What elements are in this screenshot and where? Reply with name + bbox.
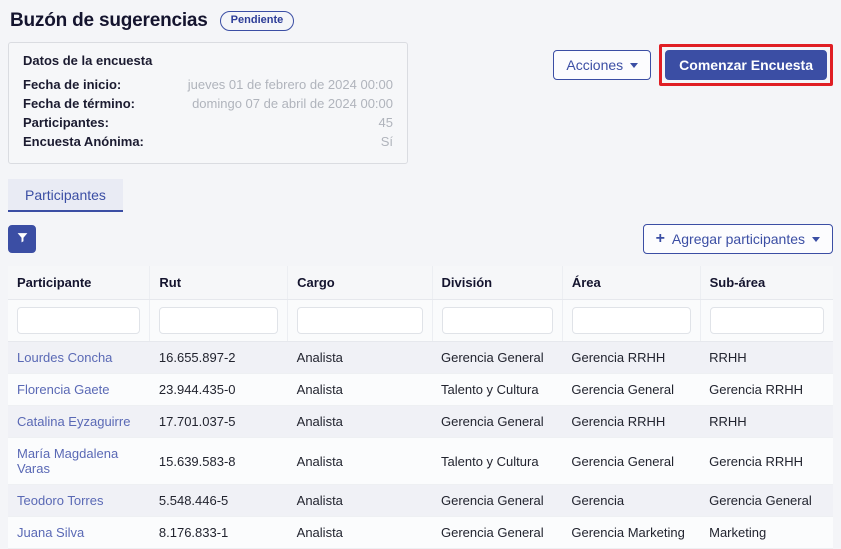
- survey-field-end-date: Fecha de término: domingo 07 de abril de…: [23, 94, 393, 113]
- cell-area: Gerencia RRHH: [562, 406, 700, 438]
- cell-cargo: Analista: [288, 374, 432, 406]
- column-header-cargo: Cargo: [288, 266, 432, 300]
- survey-field-start-date: Fecha de inicio: jueves 01 de febrero de…: [23, 75, 393, 94]
- plus-icon: +: [656, 233, 665, 245]
- cell-subarea: Gerencia General: [700, 485, 833, 517]
- cell-cargo: Analista: [288, 438, 432, 485]
- cell-cargo: Analista: [288, 517, 432, 549]
- field-label: Fecha de término:: [23, 94, 135, 113]
- survey-data-panel: Datos de la encuesta Fecha de inicio: ju…: [8, 42, 408, 164]
- filter-input-participante[interactable]: [17, 307, 140, 334]
- filter-input-area[interactable]: [572, 307, 691, 334]
- cell-division: Talento y Cultura: [432, 374, 562, 406]
- tab-bar: Participantes: [8, 179, 833, 212]
- cell-subarea: Marketing: [700, 517, 833, 549]
- cell-subarea: RRHH: [700, 406, 833, 438]
- table-body: Lourdes Concha 16.655.897-2 Analista Ger…: [8, 342, 833, 549]
- cell-division: Gerencia General: [432, 517, 562, 549]
- participant-link[interactable]: Teodoro Torres: [17, 493, 103, 508]
- cell-area: Gerencia General: [562, 374, 700, 406]
- cell-subarea: RRHH: [700, 342, 833, 374]
- cell-rut: 17.701.037-5: [150, 406, 288, 438]
- cell-area: Gerencia RRHH: [562, 342, 700, 374]
- cell-subarea: Gerencia RRHH: [700, 374, 833, 406]
- page: Buzón de sugerencias Pendiente Datos de …: [0, 0, 841, 549]
- table-row: María Magdalena Varas 15.639.583-8 Anali…: [8, 438, 833, 485]
- field-label: Encuesta Anónima:: [23, 132, 144, 151]
- participant-link[interactable]: Lourdes Concha: [17, 350, 112, 365]
- column-header-participante: Participante: [8, 266, 150, 300]
- survey-field-anonymous: Encuesta Anónima: Sí: [23, 132, 393, 151]
- participant-link[interactable]: Florencia Gaete: [17, 382, 110, 397]
- page-header: Buzón de sugerencias Pendiente: [10, 10, 833, 32]
- chevron-down-icon: [812, 237, 820, 242]
- filter-button[interactable]: [8, 225, 36, 253]
- cell-area: Gerencia Marketing: [562, 517, 700, 549]
- cell-rut: 23.944.435-0: [150, 374, 288, 406]
- cell-cargo: Analista: [288, 406, 432, 438]
- cell-division: Gerencia General: [432, 485, 562, 517]
- field-value: domingo 07 de abril de 2024 00:00: [192, 94, 393, 113]
- add-participants-label: Agregar participantes: [672, 231, 805, 247]
- cell-subarea: Gerencia RRHH: [700, 438, 833, 485]
- column-header-subarea: Sub-área: [700, 266, 833, 300]
- add-participants-button[interactable]: + Agregar participantes: [643, 224, 833, 254]
- cell-division: Gerencia General: [432, 342, 562, 374]
- field-label: Fecha de inicio:: [23, 75, 121, 94]
- participant-link[interactable]: María Magdalena Varas: [17, 446, 118, 476]
- column-header-division: División: [432, 266, 562, 300]
- status-badge: Pendiente: [220, 11, 295, 31]
- column-header-rut: Rut: [150, 266, 288, 300]
- filter-input-subarea[interactable]: [710, 307, 824, 334]
- actions-dropdown-button[interactable]: Acciones: [553, 50, 651, 80]
- cell-division: Talento y Cultura: [432, 438, 562, 485]
- cell-area: Gerencia: [562, 485, 700, 517]
- filter-input-rut[interactable]: [159, 307, 278, 334]
- top-section: Datos de la encuesta Fecha de inicio: ju…: [8, 42, 833, 164]
- table-row: Teodoro Torres 5.548.446-5 Analista Gere…: [8, 485, 833, 517]
- field-value: jueves 01 de febrero de 2024 00:00: [188, 75, 393, 94]
- table-header: Participante Rut Cargo División Área Sub…: [8, 266, 833, 342]
- red-highlight-annotation: Comenzar Encuesta: [659, 44, 833, 86]
- cell-rut: 16.655.897-2: [150, 342, 288, 374]
- start-survey-button[interactable]: Comenzar Encuesta: [665, 50, 827, 80]
- chevron-down-icon: [630, 63, 638, 68]
- participant-link[interactable]: Catalina Eyzaguirre: [17, 414, 130, 429]
- cell-rut: 15.639.583-8: [150, 438, 288, 485]
- filter-input-division[interactable]: [442, 307, 553, 334]
- filter-input-cargo[interactable]: [297, 307, 422, 334]
- cell-area: Gerencia General: [562, 438, 700, 485]
- participants-table: Participante Rut Cargo División Área Sub…: [8, 266, 833, 549]
- cell-division: Gerencia General: [432, 406, 562, 438]
- field-value: 45: [379, 113, 393, 132]
- table-row: Catalina Eyzaguirre 17.701.037-5 Analist…: [8, 406, 833, 438]
- column-header-area: Área: [562, 266, 700, 300]
- field-label: Participantes:: [23, 113, 109, 132]
- table-row: Juana Silva 8.176.833-1 Analista Gerenci…: [8, 517, 833, 549]
- actions-dropdown-label: Acciones: [566, 57, 623, 73]
- participants-toolbar: + Agregar participantes: [8, 224, 833, 254]
- table-row: Florencia Gaete 23.944.435-0 Analista Ta…: [8, 374, 833, 406]
- cell-cargo: Analista: [288, 485, 432, 517]
- cell-cargo: Analista: [288, 342, 432, 374]
- cell-rut: 8.176.833-1: [150, 517, 288, 549]
- survey-panel-title: Datos de la encuesta: [23, 53, 393, 68]
- action-buttons: Acciones Comenzar Encuesta: [553, 44, 833, 86]
- survey-field-participants: Participantes: 45: [23, 113, 393, 132]
- funnel-icon: [16, 231, 29, 247]
- page-title: Buzón de sugerencias: [10, 10, 208, 32]
- tab-participantes[interactable]: Participantes: [8, 179, 123, 212]
- table-row: Lourdes Concha 16.655.897-2 Analista Ger…: [8, 342, 833, 374]
- participant-link[interactable]: Juana Silva: [17, 525, 84, 540]
- cell-rut: 5.548.446-5: [150, 485, 288, 517]
- table-filter-row: [8, 300, 833, 342]
- field-value: Sí: [381, 132, 393, 151]
